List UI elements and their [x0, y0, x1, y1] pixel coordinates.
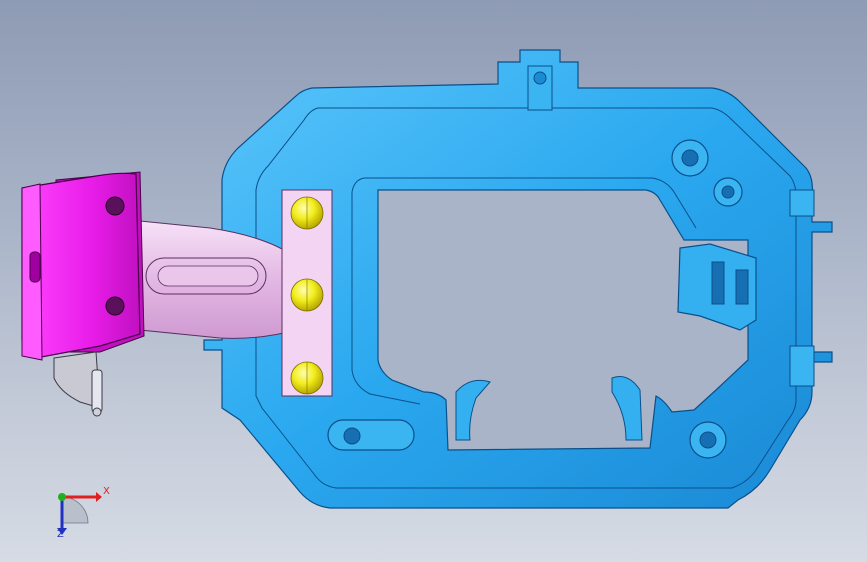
bracket-slot — [29, 251, 41, 283]
frame-mount-hole-right — [721, 185, 735, 199]
frame-edge-clip-lower — [789, 345, 815, 387]
frame-top-tab-hole — [533, 71, 547, 85]
triad-y-axis-dot — [58, 493, 66, 501]
triad-z-label: Z — [57, 529, 64, 540]
bracket-hole-upper — [105, 196, 125, 216]
frame-latch-slot-2 — [735, 269, 749, 305]
frame-slot-lower-left — [327, 419, 415, 451]
frame-latch-slot — [711, 261, 725, 305]
frame-edge-clip-upper — [789, 189, 815, 217]
link-arm-rib-inner — [157, 265, 259, 287]
hinge-mount-plate[interactable] — [281, 189, 333, 397]
frame-slot-hole — [343, 427, 361, 445]
triad-x-arrow — [96, 492, 102, 502]
cad-3d-viewport[interactable]: X Z — [0, 0, 867, 562]
triad-x-label: X — [103, 486, 110, 497]
hinge-bracket-part[interactable] — [21, 171, 145, 417]
bracket-hinge-pin-cap — [92, 407, 102, 417]
triad-base-sphere — [61, 496, 89, 524]
bracket-hinge-pin[interactable] — [91, 369, 103, 413]
bracket-hole-lower — [105, 296, 125, 316]
frame-mount-hole-lower-right — [699, 431, 717, 449]
model-scene[interactable] — [0, 0, 867, 562]
frame-mount-hole-upper — [681, 149, 699, 167]
